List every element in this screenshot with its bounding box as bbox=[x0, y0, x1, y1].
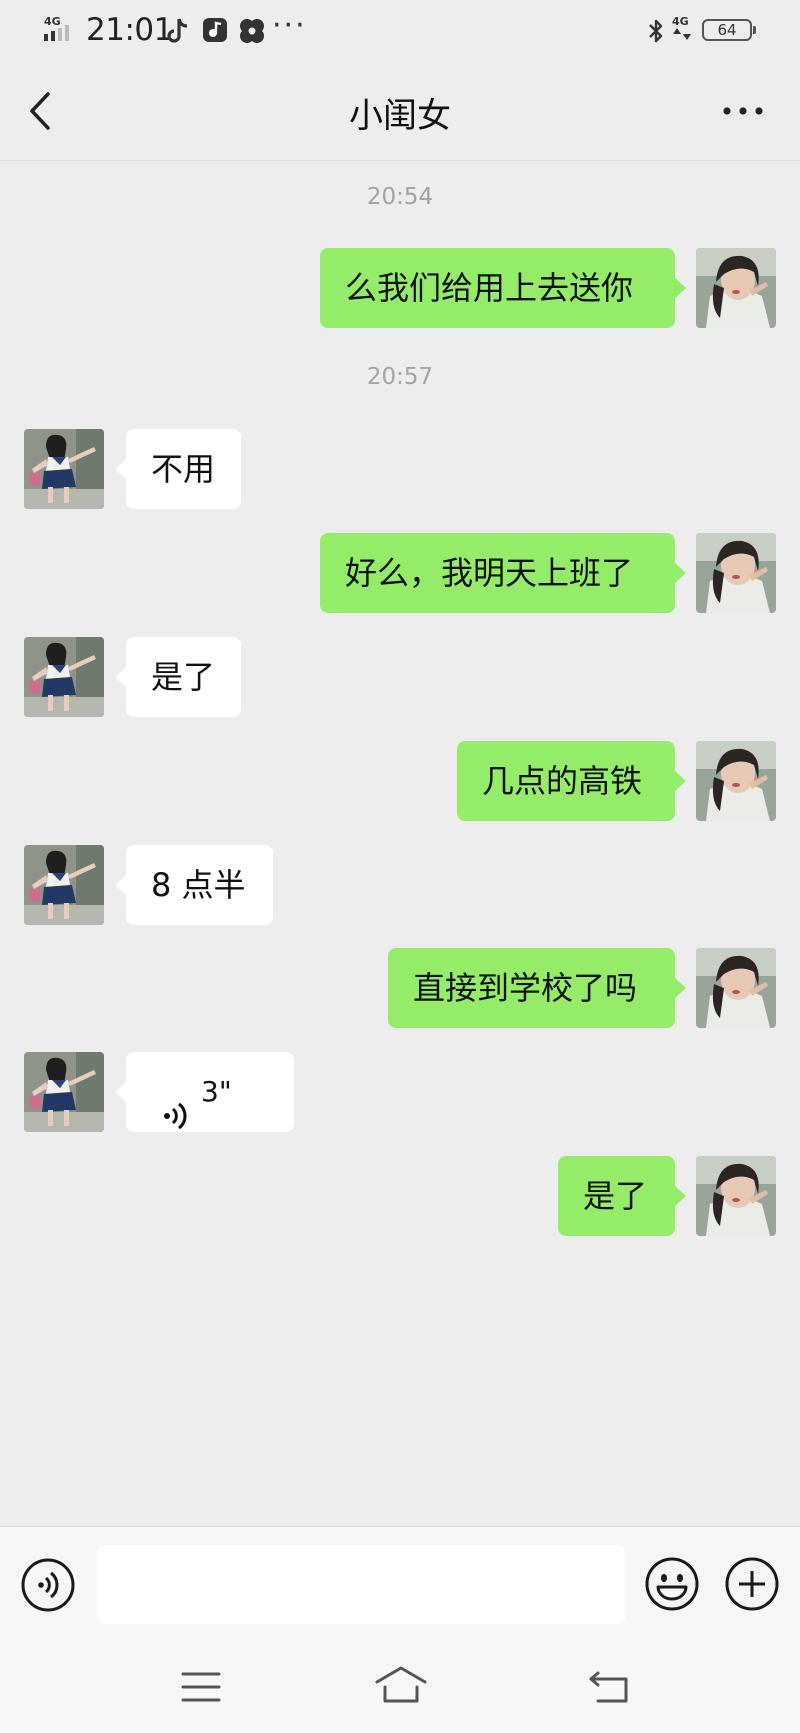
message-input-bar bbox=[0, 1526, 800, 1637]
home-button[interactable] bbox=[374, 1665, 428, 1709]
message-timestamp: 20:57 bbox=[366, 364, 434, 390]
message-input[interactable] bbox=[97, 1545, 625, 1624]
network-type-label: 4G bbox=[44, 15, 61, 28]
system-back-button[interactable] bbox=[588, 1669, 632, 1709]
menu-icon bbox=[181, 1672, 221, 1702]
voice-duration: 3" bbox=[201, 1075, 232, 1108]
network-type-right-label: 4G bbox=[672, 15, 689, 28]
smiley-icon bbox=[645, 1557, 699, 1611]
status-more-indicator: ··· bbox=[272, 8, 307, 43]
battery-tip bbox=[753, 26, 756, 34]
message-bubble-incoming[interactable]: 8 点半 bbox=[115, 845, 273, 925]
network-type-right: 4G bbox=[672, 16, 694, 43]
voice-wave-icon bbox=[162, 1079, 188, 1159]
emoji-button[interactable] bbox=[644, 1556, 700, 1616]
signal-icon: 4G bbox=[43, 14, 79, 48]
chat-title: 小闺女 bbox=[349, 96, 451, 136]
message-bubble-outgoing[interactable]: 好么，我明天上班了 bbox=[320, 533, 686, 613]
message-timestamp: 20:54 bbox=[366, 184, 434, 210]
contact-avatar[interactable] bbox=[24, 1052, 104, 1132]
status-bar: 4G 21:01 ··· 4G 64 bbox=[0, 0, 800, 62]
pinwheel-icon bbox=[238, 17, 266, 49]
message-bubble-incoming[interactable]: 是了 bbox=[115, 637, 241, 717]
message-bubble-outgoing[interactable]: 直接到学校了吗 bbox=[388, 948, 686, 1028]
chat-header: 小闺女 bbox=[0, 62, 800, 161]
message-bubble-incoming[interactable]: 不用 bbox=[115, 429, 241, 509]
more-options-button[interactable] bbox=[718, 94, 768, 128]
data-arrows-icon bbox=[673, 28, 691, 40]
bluetooth-icon bbox=[646, 17, 666, 49]
contact-avatar[interactable] bbox=[24, 845, 104, 925]
message-bubble-outgoing[interactable]: 几点的高铁 bbox=[457, 741, 686, 821]
home-icon bbox=[375, 1666, 427, 1703]
battery-icon: 64 bbox=[702, 19, 752, 41]
system-navigation-bar bbox=[0, 1637, 800, 1733]
message-bubble-outgoing[interactable]: 么我们给用上去送你 bbox=[320, 248, 686, 328]
more-dots-icon bbox=[723, 107, 763, 115]
recent-apps-button[interactable] bbox=[180, 1671, 222, 1707]
tiktok-icon bbox=[166, 17, 190, 49]
battery-level: 64 bbox=[717, 21, 737, 39]
my-avatar[interactable] bbox=[696, 741, 776, 821]
status-time: 21:01 bbox=[86, 12, 173, 48]
my-avatar[interactable] bbox=[696, 948, 776, 1028]
my-avatar[interactable] bbox=[696, 248, 776, 328]
back-icon bbox=[589, 1671, 628, 1703]
message-bubble-outgoing[interactable]: 是了 bbox=[558, 1156, 686, 1236]
contact-avatar[interactable] bbox=[24, 637, 104, 717]
my-avatar[interactable] bbox=[696, 533, 776, 613]
contact-avatar[interactable] bbox=[24, 429, 104, 509]
plus-circle-icon bbox=[725, 1557, 779, 1611]
add-more-button[interactable] bbox=[724, 1556, 780, 1616]
my-avatar[interactable] bbox=[696, 1156, 776, 1236]
voice-message-bubble[interactable]: 3" bbox=[115, 1052, 294, 1132]
voice-toggle-button[interactable] bbox=[20, 1557, 76, 1617]
voice-toggle-icon bbox=[21, 1558, 75, 1612]
music-app-icon bbox=[202, 17, 228, 47]
